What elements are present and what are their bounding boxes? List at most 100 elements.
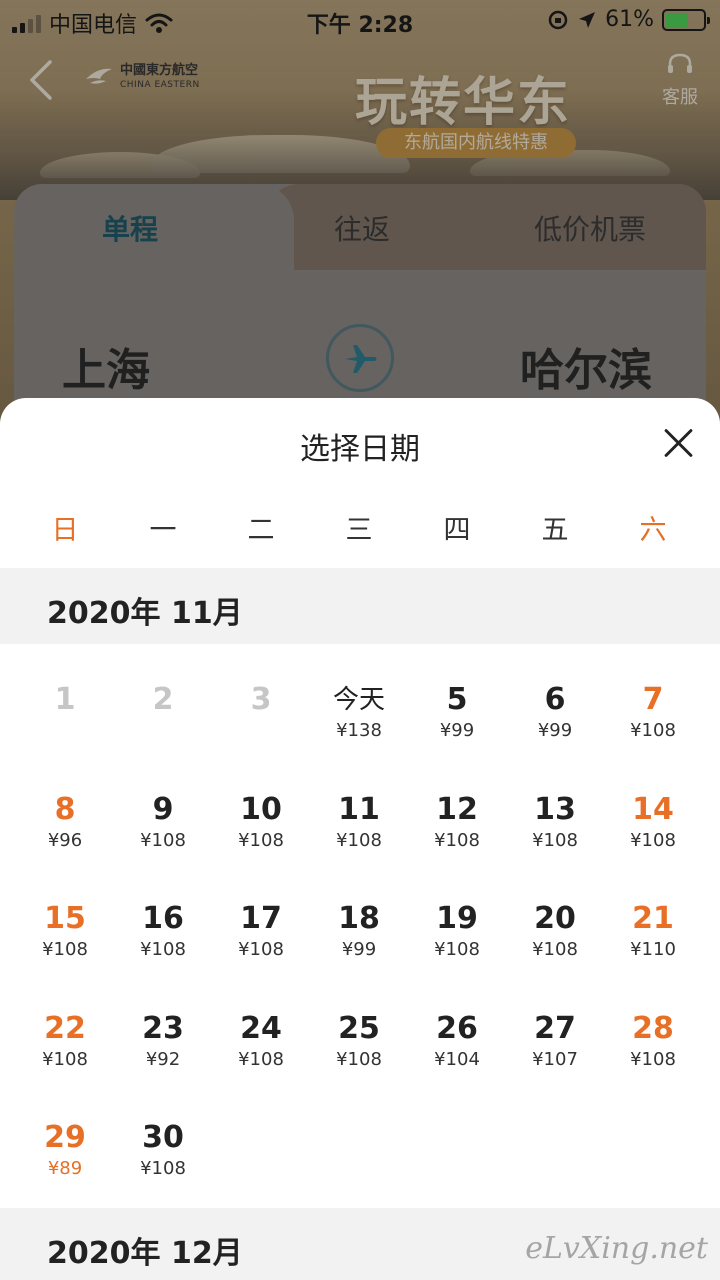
day-number: 3	[250, 682, 272, 717]
calendar-day[interactable]: 23 ¥92	[114, 1007, 212, 1117]
day-number: 23	[142, 1010, 184, 1046]
calendar-day[interactable]: 9 ¥108	[114, 788, 212, 898]
day-number: 2	[152, 682, 174, 717]
day-price: ¥99	[537, 720, 573, 741]
calendar-day[interactable]: 28 ¥108	[604, 1007, 702, 1117]
calendar-day[interactable]: 6 ¥99	[506, 678, 604, 788]
day-price: ¥108	[532, 939, 578, 960]
day-number: 5	[446, 682, 468, 717]
day-price: ¥104	[434, 1048, 480, 1070]
day-price: ¥108	[140, 939, 186, 960]
day-number: 6	[544, 682, 566, 717]
calendar-day[interactable]: 14 ¥108	[604, 788, 702, 898]
day-price: ¥108	[630, 829, 676, 851]
calendar-day: 1	[16, 678, 114, 788]
day-number: 21	[632, 901, 674, 936]
date-picker-sheet: 选择日期 日 一 二 三 四 五 六 2020年 11月 1 2 3 今天 ¥138 5 ¥…	[0, 398, 720, 1280]
date-picker-title: 选择日期	[300, 432, 420, 467]
calendar-day: 2	[114, 678, 212, 788]
day-price: ¥108	[630, 1048, 676, 1070]
day-price: ¥96	[47, 829, 83, 851]
weekday-fri: 五	[541, 515, 569, 546]
day-number: 14	[632, 791, 674, 827]
day-price: ¥107	[532, 1048, 578, 1070]
day-price: ¥138	[336, 720, 382, 741]
calendar-day[interactable]: 15 ¥108	[16, 897, 114, 1007]
day-number: 30	[142, 1120, 184, 1155]
day-price: ¥108	[42, 1048, 88, 1070]
day-number: 29	[44, 1120, 86, 1155]
weekday-thu: 四	[443, 515, 471, 546]
weekday-sat: 六	[639, 515, 667, 546]
calendar-day[interactable]: 20 ¥108	[506, 897, 604, 1007]
day-price: ¥92	[145, 1048, 181, 1070]
calendar-day[interactable]: 11 ¥108	[310, 788, 408, 898]
calendar-day[interactable]: 17 ¥108	[212, 897, 310, 1007]
close-icon[interactable]	[660, 424, 698, 462]
weekday-header: 日 一 二 三 四 五 六	[16, 508, 702, 547]
calendar-day[interactable]: 24 ¥108	[212, 1007, 310, 1117]
calendar-day[interactable]: 5 ¥99	[408, 678, 506, 788]
day-price: ¥89	[47, 1158, 83, 1179]
calendar-day[interactable]: 26 ¥104	[408, 1007, 506, 1117]
calendar-day[interactable]: 19 ¥108	[408, 897, 506, 1007]
day-price: ¥108	[238, 1048, 284, 1070]
month-label: 2020年 12月	[47, 1236, 243, 1271]
day-number: 9	[152, 791, 174, 827]
day-number: 10	[240, 791, 282, 827]
day-number: 18	[338, 901, 380, 936]
day-price: ¥108	[630, 720, 676, 741]
month-header: 2020年 11月	[0, 568, 720, 644]
weekday-wed: 三	[345, 515, 373, 546]
day-price: ¥110	[630, 939, 676, 960]
day-price: ¥99	[341, 939, 377, 960]
day-price: ¥108	[336, 1048, 382, 1070]
calendar-day[interactable]: 13 ¥108	[506, 788, 604, 898]
day-number: 22	[44, 1010, 86, 1046]
day-number: 1	[54, 682, 76, 717]
day-number: 15	[44, 901, 86, 936]
day-number: 28	[632, 1010, 674, 1046]
calendar-day[interactable]: 16 ¥108	[114, 897, 212, 1007]
day-number: 27	[534, 1010, 576, 1046]
day-price: ¥108	[434, 829, 480, 851]
calendar-day[interactable]: 18 ¥99	[310, 897, 408, 1007]
modal-overlay[interactable]	[0, 0, 720, 420]
calendar-day[interactable]: 12 ¥108	[408, 788, 506, 898]
calendar-day[interactable]: 今天 ¥138	[310, 678, 408, 788]
day-number: 11	[338, 791, 380, 827]
day-number: 24	[240, 1010, 282, 1046]
day-price: ¥108	[42, 939, 88, 960]
day-price: ¥108	[140, 1158, 186, 1179]
calendar-day[interactable]: 10 ¥108	[212, 788, 310, 898]
day-number: 17	[240, 901, 282, 936]
day-price: ¥108	[238, 939, 284, 960]
day-number: 16	[142, 901, 184, 936]
day-number: 8	[54, 791, 76, 827]
day-number: 12	[436, 791, 478, 827]
day-number: 19	[436, 901, 478, 936]
calendar-day[interactable]: 21 ¥110	[604, 897, 702, 1007]
day-price: ¥108	[336, 829, 382, 851]
day-number: 26	[436, 1010, 478, 1046]
calendar-day[interactable]: 27 ¥107	[506, 1007, 604, 1117]
day-number: 今天	[332, 685, 385, 715]
background-app: 中国电信 下午 2:28 61% 中國東方航空 CHINA EASTERN 玩转…	[0, 0, 720, 420]
day-number: 7	[642, 682, 664, 717]
weekday-tue: 二	[247, 515, 275, 546]
weekday-mon: 一	[149, 515, 177, 546]
calendar-day[interactable]: 8 ¥96	[16, 788, 114, 898]
weekday-sun: 日	[51, 515, 79, 546]
calendar-day[interactable]: 22 ¥108	[16, 1007, 114, 1117]
day-price: ¥108	[532, 829, 578, 851]
month-label: 2020年 11月	[47, 596, 243, 631]
day-price: ¥108	[140, 829, 186, 851]
watermark: eLvXing.net	[525, 1231, 708, 1266]
day-price: ¥108	[434, 939, 480, 960]
calendar-day: 3	[212, 678, 310, 788]
day-price: ¥108	[238, 829, 284, 851]
calendar-day[interactable]: 7 ¥108	[604, 678, 702, 788]
calendar-day[interactable]: 25 ¥108	[310, 1007, 408, 1117]
day-number: 13	[534, 791, 576, 827]
day-number: 20	[534, 901, 576, 936]
